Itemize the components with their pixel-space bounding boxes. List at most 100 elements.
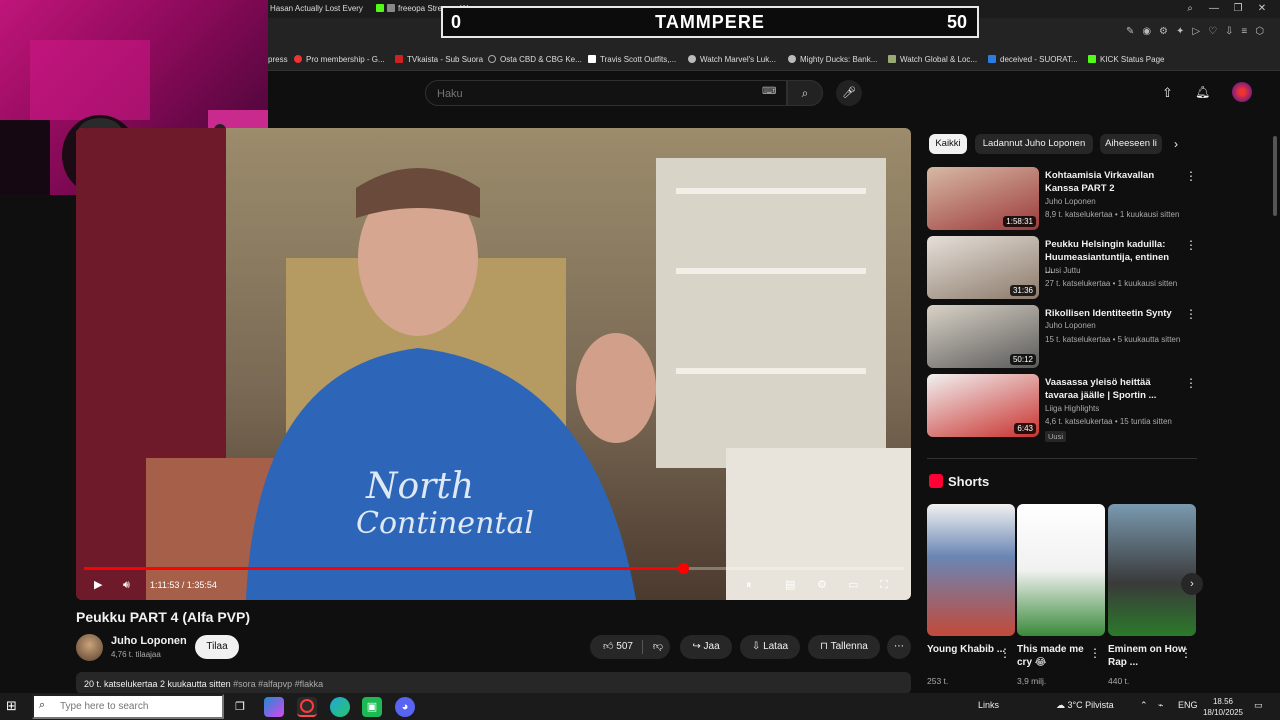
extensions-toolbar[interactable]: ✎◉⚙✦▷♡⇩≡⬡ bbox=[1126, 26, 1272, 37]
recommended-video[interactable]: 31:36 Peukku Helsingin kaduilla: Huumeas… bbox=[927, 236, 1197, 302]
fullscreen-icon[interactable]: ⛶ bbox=[880, 577, 888, 593]
more-vertical-icon[interactable]: ⋮ bbox=[1089, 646, 1101, 660]
keyboard-icon[interactable]: ⌨ bbox=[762, 86, 776, 97]
chip-uploaded-by[interactable]: Ladannut Juho Loponen bbox=[975, 134, 1093, 154]
short-title[interactable]: Young Khabib ... bbox=[927, 643, 1007, 656]
short-thumbnail[interactable] bbox=[1108, 504, 1196, 636]
search-input[interactable] bbox=[435, 81, 759, 107]
recommended-channel[interactable]: Juho Loponen bbox=[1045, 197, 1096, 206]
bookmark-item[interactable]: Osta CBD & CBG Ke... bbox=[488, 50, 582, 70]
more-vertical-icon[interactable]: ⋮ bbox=[1185, 169, 1197, 183]
discord-icon[interactable]: ◕ bbox=[395, 697, 415, 717]
search-button[interactable]: ⌕ bbox=[787, 80, 823, 106]
recommended-video[interactable]: 6:43 Vaasassa yleisö heittää tavaraa jää… bbox=[927, 374, 1197, 442]
chip-all[interactable]: Kaikki bbox=[929, 134, 967, 154]
windows-start-icon[interactable]: ⊞ bbox=[6, 698, 17, 714]
video-thumbnail[interactable]: 50:12 bbox=[927, 305, 1039, 368]
video-thumbnail[interactable]: 6:43 bbox=[927, 374, 1039, 437]
save-button[interactable]: ⊓ Tallenna bbox=[808, 635, 880, 659]
short-title[interactable]: Eminem on How Rap ... bbox=[1108, 643, 1188, 669]
more-vertical-icon[interactable]: ⋮ bbox=[1185, 307, 1197, 321]
search-icon: ⌕ bbox=[39, 699, 46, 711]
links-toolbar[interactable]: Links bbox=[978, 700, 999, 710]
copilot-icon[interactable] bbox=[264, 697, 284, 717]
chevron-right-icon: › bbox=[1190, 578, 1194, 590]
short-title[interactable]: This made me cry 😂 bbox=[1017, 643, 1097, 669]
opera-gx-icon[interactable] bbox=[297, 697, 317, 717]
shorts-next-button[interactable]: › bbox=[1181, 573, 1203, 595]
more-actions-button[interactable]: ⋯ bbox=[887, 635, 911, 659]
globe-icon bbox=[788, 55, 796, 63]
hashtags[interactable]: #sora #alfapvp #flakka bbox=[233, 679, 323, 689]
bookmark-item[interactable]: Watch Global & Loc... bbox=[888, 50, 977, 70]
upload-icon[interactable]: ⇧ bbox=[1162, 85, 1173, 101]
chevron-right-icon[interactable]: › bbox=[1174, 137, 1178, 151]
edge-icon[interactable] bbox=[330, 697, 350, 717]
play-icon[interactable]: ▶ bbox=[94, 577, 102, 593]
settings-gear-icon[interactable]: ⚙ bbox=[817, 577, 827, 593]
input-language[interactable]: ENG bbox=[1178, 700, 1198, 710]
video-thumbnail[interactable]: 1:58:31 bbox=[927, 167, 1039, 230]
like-button[interactable]: 👍︎ 507 bbox=[596, 635, 640, 659]
voice-search-button[interactable]: 🎤︎ bbox=[836, 80, 862, 106]
restore-button[interactable]: ❐ bbox=[1226, 0, 1250, 18]
close-button[interactable]: ✕ bbox=[1250, 0, 1274, 18]
recommended-channel[interactable]: Liiga Highlights bbox=[1045, 404, 1099, 413]
svg-text:North: North bbox=[365, 466, 474, 507]
bookmark-item[interactable]: Pro membership - G... bbox=[294, 50, 385, 70]
taskbar-search-input[interactable] bbox=[32, 694, 224, 719]
progress-scrubber[interactable] bbox=[677, 563, 689, 574]
task-view-icon[interactable]: ❐ bbox=[230, 697, 250, 717]
video-thumbnail[interactable]: 31:36 bbox=[927, 236, 1039, 299]
dislike-button[interactable]: 👎︎ bbox=[648, 635, 668, 659]
subtitles-icon[interactable]: ▤ bbox=[785, 577, 795, 593]
bookmark-item[interactable]: deceived - SUORAT... bbox=[988, 50, 1078, 70]
volume-icon[interactable]: 🔊︎ bbox=[123, 577, 130, 593]
autoplay-toggle-icon[interactable]: ⏸ bbox=[746, 577, 752, 593]
theater-mode-icon[interactable]: ▭ bbox=[848, 577, 858, 593]
short-thumbnail[interactable] bbox=[927, 504, 1015, 636]
recommended-video[interactable]: 1:58:31 Kohtaamisia Virkavallan Kanssa P… bbox=[927, 167, 1197, 233]
channel-avatar[interactable] bbox=[76, 634, 103, 661]
share-button[interactable]: ↪ Jaa bbox=[680, 635, 732, 659]
tab-search-icon[interactable]: ⌕ bbox=[1178, 0, 1202, 18]
tab-label: Hasan Actually Lost Every bbox=[270, 4, 363, 13]
download-button[interactable]: ⇩ Lataa bbox=[740, 635, 800, 659]
recommended-title[interactable]: Vaasassa yleisö heittää tavaraa jäälle |… bbox=[1045, 376, 1175, 402]
notifications-icon[interactable]: ▭ bbox=[1254, 700, 1263, 711]
bookmark-item[interactable]: Mighty Ducks: Bank... bbox=[788, 50, 877, 70]
bookmark-item[interactable]: TVkaista - Sub Suora bbox=[395, 50, 483, 70]
recommended-title[interactable]: Rikollisen Identiteetin Synty bbox=[1045, 307, 1175, 320]
more-vertical-icon[interactable]: ⋮ bbox=[1185, 376, 1197, 390]
video-frame: North Continental bbox=[76, 128, 911, 600]
more-vertical-icon[interactable]: ⋮ bbox=[999, 646, 1011, 660]
bookmark-item[interactable]: press bbox=[268, 50, 288, 70]
recommended-channel[interactable]: Juho Loponen bbox=[1045, 321, 1096, 330]
browser-tab[interactable]: Hasan Actually Lost Every bbox=[270, 0, 370, 18]
globe-icon bbox=[688, 55, 696, 63]
more-vertical-icon[interactable]: ⋮ bbox=[1180, 646, 1192, 660]
spreadsheet-app-icon[interactable]: ▣ bbox=[362, 697, 382, 717]
recommended-channel[interactable]: Uusi Juttu bbox=[1045, 266, 1081, 275]
account-avatar[interactable] bbox=[1232, 82, 1252, 102]
recommended-video[interactable]: 50:12 Rikollisen Identiteetin Synty Juho… bbox=[927, 305, 1197, 371]
recommended-title[interactable]: Kohtaamisia Virkavallan Kanssa PART 2 bbox=[1045, 169, 1175, 195]
short-thumbnail[interactable] bbox=[1017, 504, 1105, 636]
recommended-meta: 15 t. katselukertaa • 5 kuukautta sitten bbox=[1045, 335, 1181, 344]
more-vertical-icon[interactable]: ⋮ bbox=[1185, 238, 1197, 252]
chip-related[interactable]: Aiheeseen li bbox=[1100, 134, 1162, 154]
bookmark-item[interactable]: KICK Status Page bbox=[1088, 50, 1164, 70]
bookmark-item[interactable]: Travis Scott Outfits,... bbox=[588, 50, 676, 70]
network-icon[interactable]: ⌁ bbox=[1158, 700, 1163, 711]
video-player[interactable]: North Continental bbox=[76, 128, 911, 600]
bookmark-item[interactable]: Watch Marvel's Luk... bbox=[688, 50, 776, 70]
chevron-up-icon[interactable]: ⌃ bbox=[1140, 700, 1148, 711]
scrollbar-thumb[interactable] bbox=[1273, 136, 1277, 216]
notifications-bell-icon[interactable]: 🔔︎ bbox=[1195, 85, 1210, 99]
taskbar-clock[interactable]: 18.56 18/10/2025 bbox=[1202, 696, 1244, 718]
minimize-button[interactable]: — bbox=[1202, 0, 1226, 18]
weather-widget[interactable]: ☁ 3°C Pilvista bbox=[1056, 700, 1114, 711]
subscribe-button[interactable]: Tilaa bbox=[195, 635, 239, 659]
bookmark-blue-icon bbox=[988, 55, 996, 63]
channel-name[interactable]: Juho Loponen bbox=[111, 635, 187, 647]
